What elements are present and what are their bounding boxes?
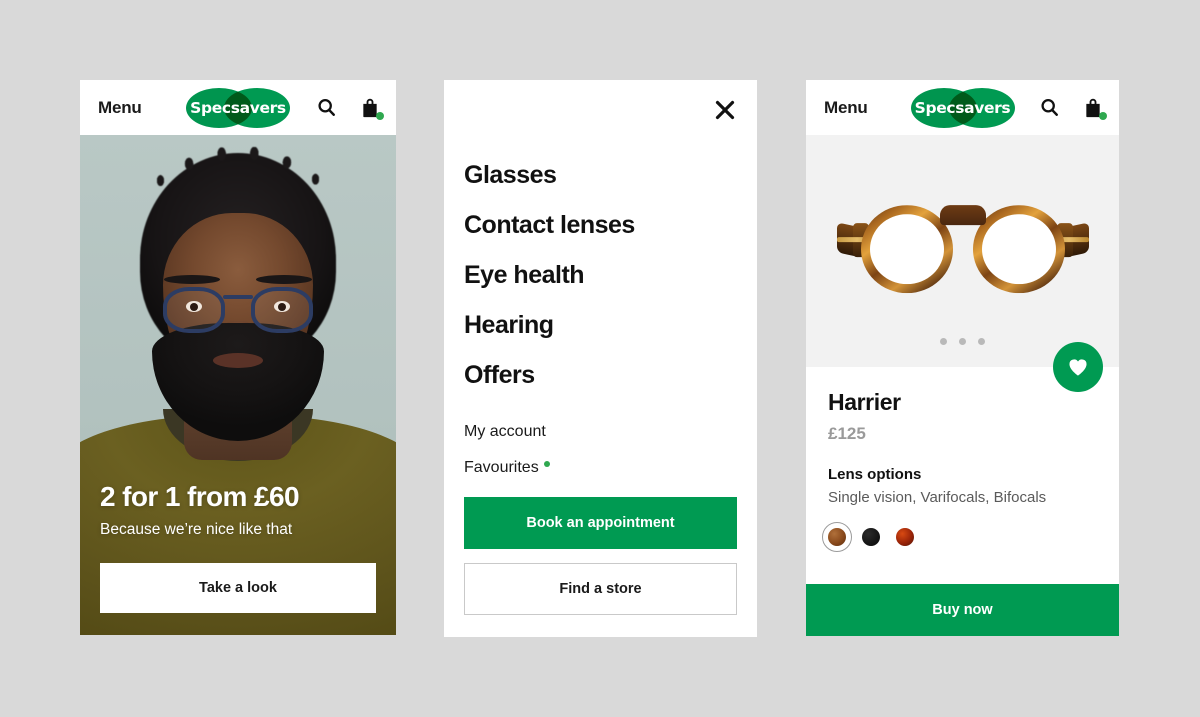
menu-screen-panel: Glasses Contact lenses Eye health Hearin… xyxy=(444,80,757,637)
product-details: Harrier £125 Lens options Single vision,… xyxy=(806,367,1119,546)
colour-swatch-red[interactable] xyxy=(896,528,914,546)
close-icon[interactable] xyxy=(713,98,737,122)
mockup-stage: Menu Specsavers 2 for 1 from £60 Because… xyxy=(0,0,1200,717)
photo-eye-left xyxy=(186,301,202,312)
shopping-bag-icon[interactable] xyxy=(359,96,384,120)
hero-subtitle: Because we’re nice like that xyxy=(100,521,293,538)
colour-swatch-black[interactable] xyxy=(862,528,880,546)
nav-item-my-account-label: My account xyxy=(464,423,546,440)
menu-action-buttons: Book an appointment Find a store xyxy=(464,497,737,615)
secondary-nav-list: My account Favourites xyxy=(464,414,737,486)
product-image-carousel[interactable] xyxy=(806,135,1119,392)
shopping-bag-icon[interactable] xyxy=(1082,96,1107,120)
hero-overlay: 2 for 1 from £60 Because we’re nice like… xyxy=(80,481,396,635)
favourites-badge-dot xyxy=(543,461,550,467)
carousel-dot-2[interactable] xyxy=(959,338,966,345)
photo-glasses xyxy=(163,287,313,333)
nav-item-favourites-label: Favourites xyxy=(464,459,539,476)
product-appbar: Menu Specsavers xyxy=(806,80,1119,135)
buy-now-button[interactable]: Buy now xyxy=(806,584,1119,636)
logo-wordmark: Specsavers xyxy=(914,98,1011,117)
nav-item-contact-lenses[interactable]: Contact lenses xyxy=(464,200,737,250)
home-appbar: Menu Specsavers xyxy=(80,80,396,135)
book-an-appointment-button[interactable]: Book an appointment xyxy=(464,497,737,549)
specsavers-logo[interactable]: Specsavers xyxy=(186,87,290,128)
photo-eyebrow-right xyxy=(256,275,312,284)
photo-eyebrow-left xyxy=(164,275,220,284)
nav-item-hearing[interactable]: Hearing xyxy=(464,300,737,350)
take-a-look-button[interactable]: Take a look xyxy=(100,563,376,613)
carousel-dot-3[interactable] xyxy=(978,338,985,345)
nav-item-my-account[interactable]: My account xyxy=(464,414,737,450)
bag-badge-dot xyxy=(1099,111,1107,120)
nav-item-eye-health[interactable]: Eye health xyxy=(464,250,737,300)
colour-swatch-group xyxy=(828,528,1097,546)
search-icon[interactable] xyxy=(1038,96,1060,120)
menu-button[interactable]: Menu xyxy=(98,98,142,118)
menu-button[interactable]: Menu xyxy=(824,98,868,118)
logo-wordmark: Specsavers xyxy=(190,98,286,117)
product-title: Harrier xyxy=(828,389,901,415)
photo-mouth xyxy=(213,353,263,368)
add-to-favourites-button[interactable] xyxy=(1053,342,1103,392)
glasses-rim-right xyxy=(973,205,1065,293)
hero-banner: 2 for 1 from £60 Because we’re nice like… xyxy=(80,135,396,635)
photo-eye-right xyxy=(274,301,290,312)
product-appbar-actions xyxy=(1038,96,1107,120)
glasses-bridge xyxy=(939,205,986,226)
primary-nav-list: Glasses Contact lenses Eye health Hearin… xyxy=(464,150,737,400)
hero-title: 2 for 1 from £60 xyxy=(100,481,300,512)
specsavers-logo[interactable]: Specsavers xyxy=(910,87,1015,128)
product-screen-panel: Menu Specsavers Harrier £125 Lens option… xyxy=(806,80,1119,636)
find-a-store-button[interactable]: Find a store xyxy=(464,563,737,615)
menu-body: Glasses Contact lenses Eye health Hearin… xyxy=(444,136,757,486)
product-price: £125 xyxy=(828,424,866,443)
photo-glasses-bridge xyxy=(223,295,253,299)
bag-badge-dot xyxy=(376,111,384,120)
heart-icon xyxy=(1069,359,1087,376)
nav-item-favourites[interactable]: Favourites xyxy=(464,450,737,486)
search-icon[interactable] xyxy=(315,96,337,120)
colour-swatch-brown[interactable] xyxy=(828,528,846,546)
product-glasses-image xyxy=(836,199,1089,295)
lens-options-values: Single vision, Varifocals, Bifocals xyxy=(828,489,1047,506)
carousel-dot-1[interactable] xyxy=(940,338,947,345)
home-appbar-actions xyxy=(315,96,384,120)
home-screen-panel: Menu Specsavers 2 for 1 from £60 Because… xyxy=(80,80,396,635)
lens-options-label: Lens options xyxy=(828,466,922,483)
menu-topbar xyxy=(444,80,757,136)
nav-item-offers[interactable]: Offers xyxy=(464,350,737,400)
nav-item-glasses[interactable]: Glasses xyxy=(464,150,737,200)
